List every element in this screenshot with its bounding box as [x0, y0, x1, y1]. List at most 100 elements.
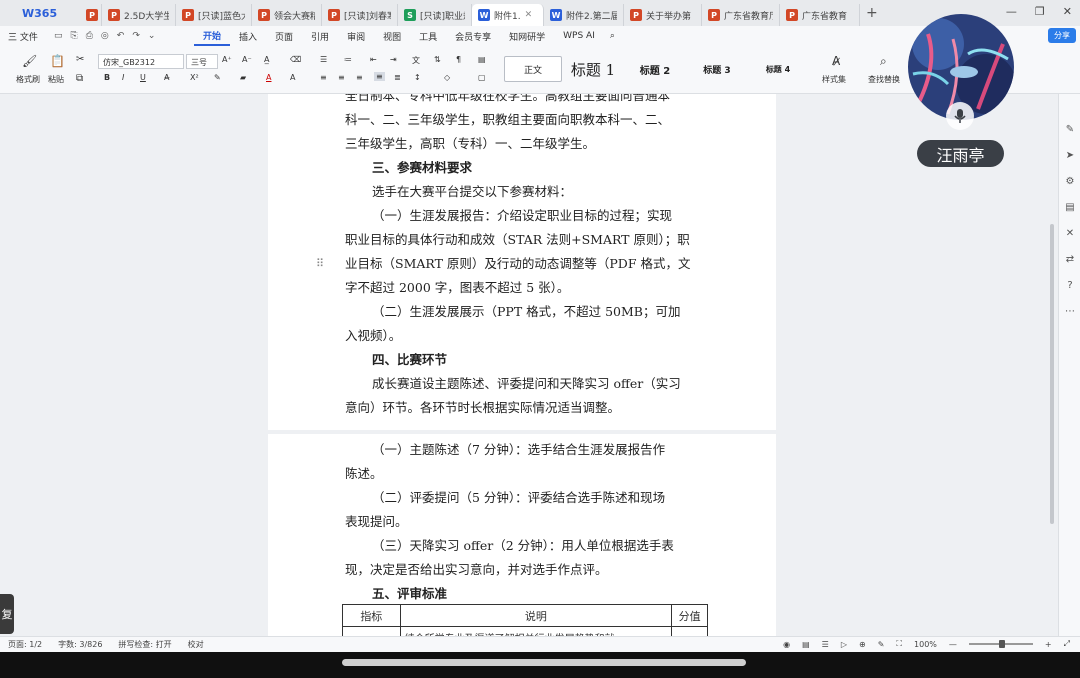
table-header-cell[interactable]: 指标 [342, 604, 401, 627]
page-1-text[interactable]: 全日制本、专科中低年级在校学生。高教组主要面向普通本 科一、二、三年级学生，职教组… [345, 94, 699, 420]
align-left-icon[interactable]: ≡ [320, 73, 327, 82]
microphone-icon[interactable] [946, 102, 974, 130]
line-spacing-icon[interactable]: ↕ [414, 73, 421, 82]
style-heading-2[interactable]: 标题 2 [624, 56, 686, 82]
find-icon[interactable]: ⌕ [880, 54, 887, 69]
increase-indent-icon[interactable]: ⇥ [390, 55, 397, 64]
paste-button[interactable]: 粘贴 [48, 74, 64, 85]
align-right-icon[interactable]: ≡ [356, 73, 363, 82]
redo-icon[interactable]: ↷ [132, 31, 140, 41]
font-color-icon[interactable]: A [266, 73, 271, 82]
proofread-button[interactable]: 校对 [188, 639, 204, 650]
ribbon-tab[interactable]: 开始 [194, 26, 231, 46]
translate-icon[interactable]: ⇄ [1064, 254, 1076, 266]
italic-icon[interactable]: I [122, 73, 124, 82]
copy-icon[interactable]: ⧉ [76, 73, 83, 84]
document-canvas[interactable]: 全日制本、专科中低年级在校学生。高教组主要面向普通本 科一、二、三年级学生，职教组… [0, 94, 1080, 636]
numbered-list-icon[interactable]: ≔ [344, 55, 352, 64]
close-icon[interactable]: ✕ [1063, 5, 1072, 18]
section-heading[interactable]: 五、评审标准 [345, 582, 699, 606]
more-icon[interactable]: ⌄ [148, 31, 156, 41]
borders-icon[interactable]: ▢ [478, 73, 486, 82]
print-icon[interactable]: ⎙ [86, 31, 93, 41]
style-heading-1[interactable]: 标题 1 [562, 56, 624, 82]
zoom-slider[interactable] [968, 640, 1033, 648]
table-cell[interactable] [671, 626, 708, 636]
distributed-icon[interactable]: ≣ [394, 73, 401, 82]
paragraph-line[interactable]: 选手在大赛平台提交以下参赛材料： [345, 180, 699, 204]
ribbon-tab[interactable]: 插入 [230, 26, 266, 46]
section-heading[interactable]: 三、参赛材料要求 [345, 156, 699, 180]
spell-check-toggle[interactable]: 拼写检查: 打开 [118, 639, 171, 650]
pointer-icon[interactable]: ➤ [1064, 150, 1076, 162]
ribbon-tab[interactable]: 会员专享 [446, 26, 500, 46]
zoom-out-icon[interactable]: — [949, 640, 957, 649]
decrease-indent-icon[interactable]: ⇤ [370, 55, 377, 64]
grow-font-icon[interactable]: A⁺ [222, 55, 232, 64]
font-name-select[interactable]: 仿宋_GB2312 [98, 54, 184, 69]
ribbon-tab[interactable]: 引用 [302, 26, 338, 46]
bold-icon[interactable]: B [104, 73, 110, 82]
show-marks-icon[interactable]: ¶ [456, 55, 461, 64]
document-tab[interactable]: P 关于举办第 [624, 4, 702, 26]
document-tab[interactable]: S [只读]职业规 [398, 4, 472, 26]
undo-icon[interactable]: ↶ [117, 31, 125, 41]
page-2-text[interactable]: （一）主题陈述（7 分钟）：选手结合生涯发展报告作 陈述。 （二）评委提问（5 分钟… [345, 434, 699, 606]
restore-icon[interactable]: ❐ [1035, 5, 1045, 18]
style-set-icon[interactable]: A̷ [832, 54, 840, 68]
ribbon-tab[interactable]: WPS AI [554, 26, 604, 46]
paragraph-line[interactable]: （一）生涯发展报告：介绍设定职业目标的过程；实现 [345, 204, 699, 228]
help-icon[interactable]: ? [1064, 280, 1076, 292]
paragraph-line[interactable]: 全日制本、专科中低年级在校学生。高教组主要面向普通本 [345, 94, 699, 108]
search-icon[interactable]: ⌕ [610, 31, 615, 41]
outline-view-icon[interactable]: ☰ [822, 640, 829, 649]
table-header-cell[interactable]: 说明 [399, 604, 673, 627]
paragraph-line[interactable]: 业目标（SMART 原则）及行动的动态调整等（PDF 格式，文 [345, 252, 699, 276]
edit-icon[interactable]: ✎ [878, 640, 885, 649]
strikethrough-icon[interactable]: A̶ [164, 73, 169, 82]
shrink-font-icon[interactable]: A⁻ [242, 55, 252, 64]
document-tab[interactable]: P [只读]刘春寒 [322, 4, 398, 26]
drag-handle-icon[interactable]: ⠿ [316, 257, 324, 270]
minimize-icon[interactable]: — [1006, 5, 1017, 18]
page-view-icon[interactable]: ▤ [802, 640, 810, 649]
char-border-icon[interactable]: A [290, 73, 295, 82]
justify-icon[interactable]: ≡ [374, 72, 385, 81]
document-tab[interactable]: P 2.5D大学生职 [102, 4, 176, 26]
preview-icon[interactable]: ◎ [101, 31, 109, 41]
document-tab[interactable]: P [80, 4, 102, 26]
align-center-icon[interactable]: ≡ [338, 73, 345, 82]
document-page-2[interactable]: （一）主题陈述（7 分钟）：选手结合生涯发展报告作 陈述。 （二）评委提问（5 分钟… [268, 434, 776, 636]
paragraph-line[interactable]: 陈述。 [345, 462, 699, 486]
pen-icon[interactable]: ✎ [1064, 124, 1076, 136]
document-tab[interactable]: P 广东省教育 [780, 4, 860, 26]
format-painter-icon[interactable]: 🖌 [22, 54, 37, 68]
chinese-layout-icon[interactable]: 文 [412, 55, 420, 66]
paragraph-line[interactable]: （二）评委提问（5 分钟）：评委结合选手陈述和现场 [345, 486, 699, 510]
zoom-in-icon[interactable]: + [1045, 640, 1052, 649]
highlight-icon[interactable]: ✎ [214, 73, 221, 82]
paragraph-line[interactable]: 三年级学生，高职（专科）一、二年级学生。 [345, 132, 699, 156]
fullscreen-icon[interactable]: ⤢ [1064, 639, 1070, 649]
export-icon[interactable]: ⎘ [71, 31, 78, 41]
text-effect-icon[interactable]: A̲ [264, 55, 269, 64]
highlight-color-icon[interactable]: ▰ [240, 73, 246, 82]
paragraph-line[interactable]: 成长赛道设主题陈述、评委提问和天降实习 offer（实习 [345, 372, 699, 396]
format-painter-button[interactable]: 格式刷 [16, 74, 40, 85]
wps-365-logo[interactable]: W365 [0, 0, 80, 26]
ribbon-tab[interactable]: 视图 [374, 26, 410, 46]
section-heading[interactable]: 四、比赛环节 [345, 348, 699, 372]
side-overlay-tab[interactable]: 复 [0, 594, 14, 634]
paragraph-line[interactable]: 职业目标的具体行动和成效（STAR 法则+SMART 原则）；职 [345, 228, 699, 252]
close-tab-icon[interactable]: ✕ [525, 10, 533, 20]
clear-format-icon[interactable]: ⌫ [290, 55, 301, 64]
paragraph-line[interactable]: 入视频）。 [345, 324, 699, 348]
document-tab[interactable]: P 领会大赛精 [252, 4, 322, 26]
paste-icon[interactable]: 📋 [50, 54, 65, 68]
ribbon-tab[interactable]: 工具 [410, 26, 446, 46]
table-header-cell[interactable]: 分值 [671, 604, 708, 627]
criteria-table[interactable]: 指标 说明 分值 结合所学专业及渠道了解相关行业发展趋势和就 [342, 604, 708, 636]
tools-icon[interactable]: ✕ [1064, 228, 1076, 240]
sort-icon[interactable]: ⇅ [434, 55, 441, 64]
more-options-icon[interactable]: ⋯ [1064, 306, 1076, 318]
